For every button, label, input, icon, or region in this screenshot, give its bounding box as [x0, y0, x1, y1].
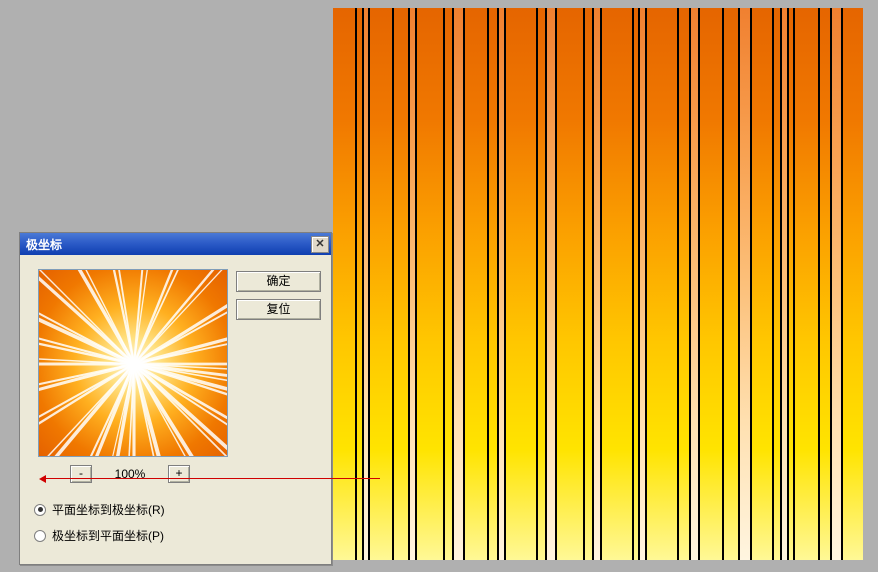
- canvas-stripe: [557, 8, 583, 560]
- option-rect-to-polar[interactable]: 平面坐标到极坐标(R): [34, 501, 165, 518]
- radio-icon: [34, 504, 46, 516]
- radio-icon: [34, 530, 46, 542]
- filter-preview[interactable]: [38, 269, 228, 457]
- canvas-stripe: [700, 8, 722, 560]
- canvas-stripe: [445, 8, 452, 560]
- canvas-stripe: [465, 8, 487, 560]
- canvas-stripe: [489, 8, 497, 560]
- image-canvas: [333, 8, 863, 560]
- canvas-stripe: [832, 8, 841, 560]
- zoom-out-button[interactable]: -: [70, 465, 92, 483]
- ok-button[interactable]: 确定: [236, 271, 321, 292]
- canvas-stripe: [752, 8, 772, 560]
- canvas-stripe: [506, 8, 536, 560]
- canvas-stripe: [538, 8, 545, 560]
- option-label: 极坐标到平面坐标(P): [52, 527, 164, 544]
- dialog-title: 极坐标: [26, 236, 311, 253]
- canvas-stripe: [547, 8, 555, 560]
- annotation-arrow: [42, 478, 380, 479]
- canvas-stripe: [724, 8, 738, 560]
- canvas-stripe: [602, 8, 632, 560]
- canvas-stripe: [740, 8, 750, 560]
- canvas-stripe: [843, 8, 863, 560]
- canvas-stripe: [647, 8, 677, 560]
- dialog-body: 确定 复位 - 100% + 平面坐标到极坐标(R) 极坐标到平面坐标(P): [20, 255, 331, 564]
- canvas-stripe: [691, 8, 698, 560]
- reset-button[interactable]: 复位: [236, 299, 321, 320]
- canvas-stripe: [679, 8, 689, 560]
- close-button[interactable]: ✕: [311, 236, 329, 253]
- option-polar-to-rect[interactable]: 极坐标到平面坐标(P): [34, 527, 164, 544]
- canvas-stripe: [417, 8, 443, 560]
- close-icon: ✕: [315, 239, 324, 250]
- polar-coordinates-dialog: 极坐标 ✕: [19, 232, 332, 565]
- canvas-stripe: [585, 8, 592, 560]
- canvas-stripe: [454, 8, 463, 560]
- dialog-titlebar[interactable]: 极坐标 ✕: [20, 233, 331, 255]
- zoom-controls: - 100% +: [70, 465, 190, 483]
- canvas-stripe: [394, 8, 408, 560]
- canvas-stripe: [820, 8, 830, 560]
- option-label: 平面坐标到极坐标(R): [52, 501, 165, 518]
- zoom-in-button[interactable]: +: [168, 465, 190, 483]
- canvas-stripe: [795, 8, 818, 560]
